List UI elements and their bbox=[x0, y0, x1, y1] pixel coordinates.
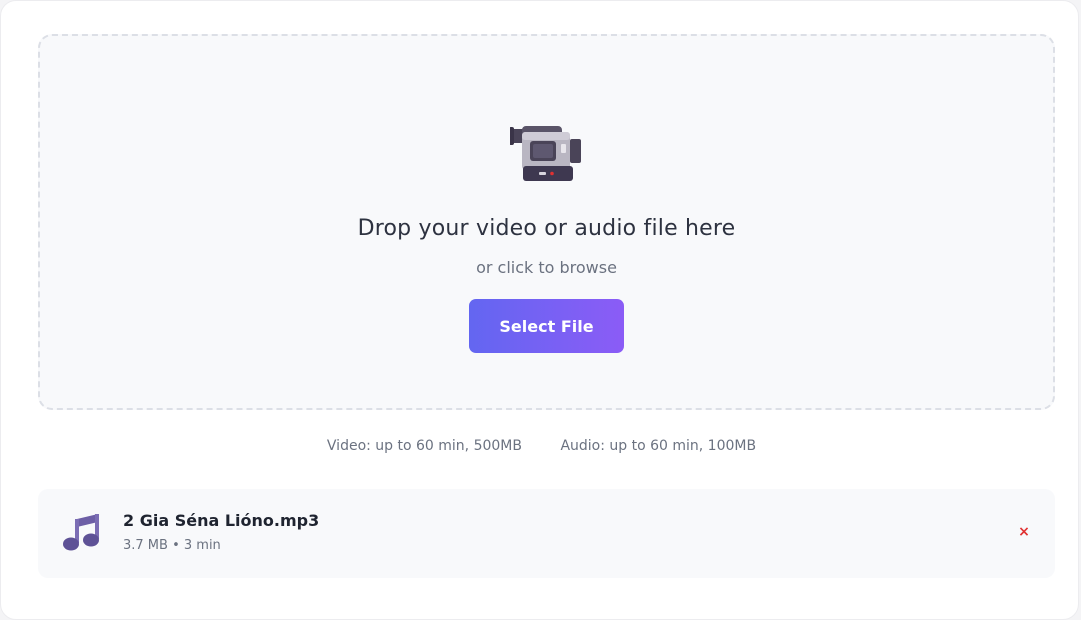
file-name: 2 Gia Séna Lióno.mp3 bbox=[123, 511, 320, 530]
drop-subtitle: or click to browse bbox=[476, 258, 617, 277]
upload-card: Drop your video or audio file here or cl… bbox=[0, 0, 1079, 620]
music-note-icon bbox=[63, 514, 99, 551]
select-file-button[interactable]: Select File bbox=[469, 299, 624, 353]
upload-limits: Video: up to 60 min, 500MB Audio: up to … bbox=[1, 438, 1081, 454]
video-limit: Video: up to 60 min, 500MB bbox=[326, 438, 522, 454]
file-dropzone[interactable]: Drop your video or audio file here or cl… bbox=[38, 34, 1055, 410]
drop-title: Drop your video or audio file here bbox=[357, 216, 736, 241]
video-camera-icon bbox=[510, 126, 581, 181]
audio-limit: Audio: up to 60 min, 100MB bbox=[560, 438, 757, 454]
file-meta: 3.7 MB • 3 min bbox=[123, 538, 221, 553]
selected-file-row: 2 Gia Séna Lióno.mp3 3.7 MB • 3 min × bbox=[38, 489, 1055, 578]
remove-file-button[interactable]: × bbox=[1015, 522, 1033, 542]
